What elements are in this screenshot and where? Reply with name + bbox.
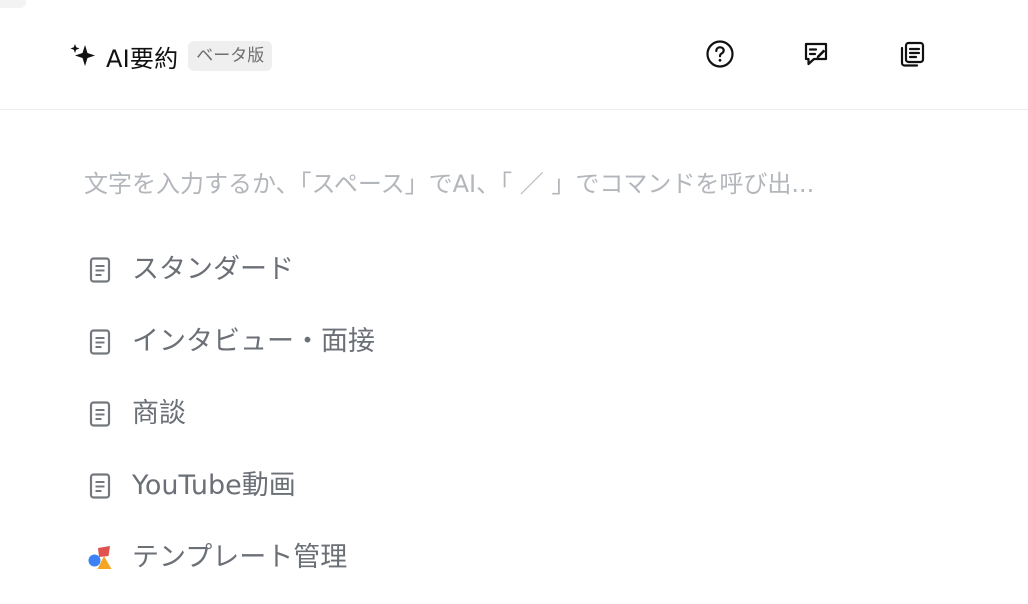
beta-badge: ベータ版 (188, 41, 273, 71)
template-label: スタンダード (132, 254, 294, 285)
document-icon (86, 328, 114, 356)
template-item-sales[interactable]: 商談 (86, 396, 586, 432)
template-label: 商談 (132, 398, 186, 429)
template-item-standard[interactable]: スタンダード (86, 252, 586, 288)
feedback-button[interactable] (796, 36, 836, 76)
template-label: YouTube動画 (132, 470, 296, 501)
document-icon (86, 472, 114, 500)
header-actions (700, 36, 932, 76)
title-group: AI要約 ベータ版 (68, 38, 273, 74)
copy-button[interactable] (892, 36, 932, 76)
feedback-icon (801, 39, 831, 73)
shapes-icon (86, 544, 114, 572)
template-item-interview[interactable]: インタビュー・面接 (86, 324, 586, 360)
document-icon (86, 256, 114, 284)
header: AI要約 ベータ版 (0, 0, 1028, 110)
page-title: AI要約 (106, 44, 179, 73)
copy-icon (897, 39, 927, 73)
help-icon (705, 39, 735, 73)
template-item-manage[interactable]: テンプレート管理 (86, 540, 586, 576)
help-button[interactable] (700, 36, 740, 76)
editor-input[interactable]: 文字を入力するか、「スペース」でAI、「 ／ 」でコマンドを呼び出... (84, 164, 964, 199)
template-list: スタンダード インタビュー・面接 商談 YouTube動画 テンプレート管理 (86, 252, 586, 576)
template-item-youtube[interactable]: YouTube動画 (86, 468, 586, 504)
document-icon (86, 400, 114, 428)
template-label: テンプレート管理 (132, 542, 348, 573)
template-label: インタビュー・面接 (132, 326, 375, 357)
sparkle-icon (68, 41, 98, 71)
